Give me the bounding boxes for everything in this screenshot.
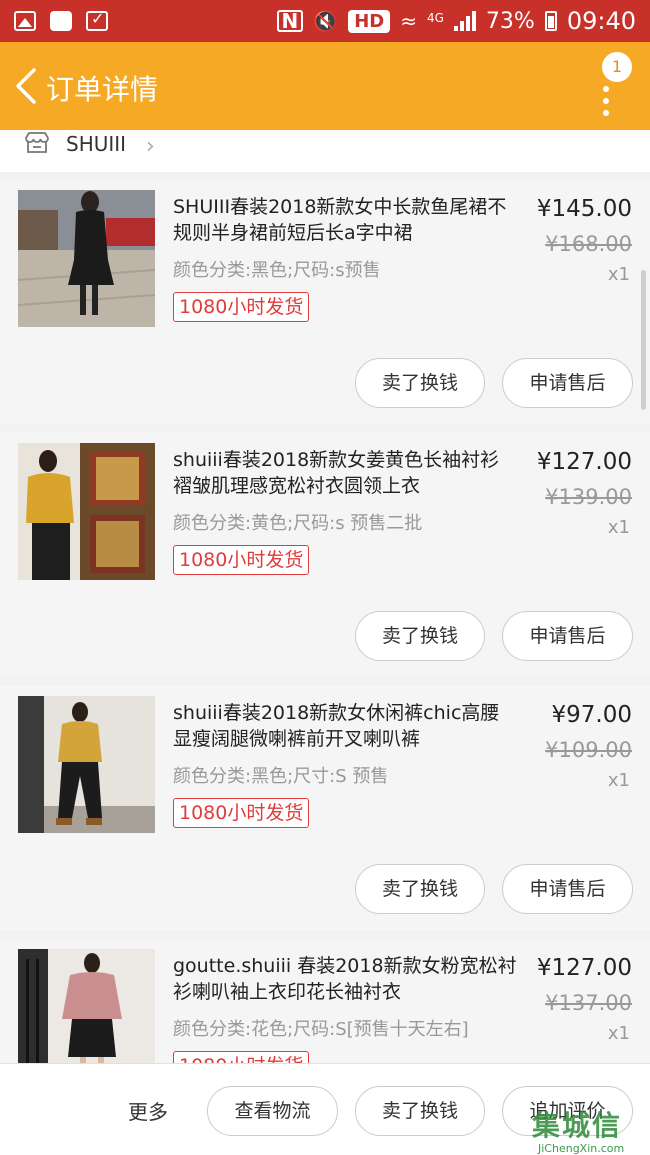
product-spec: 颜色分类:黄色;尺码:s 预售二批 [173,513,423,534]
shipping-tag: 1080小时发货 [173,292,310,322]
price: ¥127.00 [536,449,632,475]
sell-for-cash-button[interactable]: 卖了换钱 [355,864,485,914]
original-price: ¥109.00 [545,738,632,762]
quantity: x1 [607,264,630,285]
quantity: x1 [607,517,630,538]
product-spec: 颜色分类:黑色;尺寸:S 预售 [173,766,389,787]
back-arrow-icon[interactable] [14,68,38,104]
sell-for-cash-button[interactable]: 卖了换钱 [355,358,485,408]
mute-icon: 🔇 [313,9,339,33]
product-title[interactable]: shuiii春装2018新款女休闲裤chic高腰显瘦阔腿微喇裤前开叉喇叭裤 [173,700,518,752]
status-bar: N 🔇 HD ≈ 4G 73% 09:40 [0,0,650,42]
sell-for-cash-button[interactable]: 卖了换钱 [355,611,485,661]
product-spec: 颜色分类:花色;尺码:S[预售十天左右] [173,1019,469,1040]
page-title: 订单详情 [46,73,159,106]
signal-icon [453,11,476,31]
shipping-tag: 1080小时发货 [173,545,310,575]
more-menu-icon[interactable] [603,86,611,116]
gallery-icon [14,11,36,31]
original-price: ¥139.00 [545,485,632,509]
more-button[interactable]: 更多 [128,1096,168,1125]
product-title[interactable]: goutte.shuiii 春装2018新款女粉宽松衬衫喇叭袖上衣印花长袖衬衣 [173,953,518,1005]
order-item[interactable]: shuiii春装2018新款女休闲裤chic高腰显瘦阔腿微喇裤前开叉喇叭裤 颜色… [0,686,650,930]
after-sale-button[interactable]: 申请售后 [502,864,633,914]
product-image[interactable] [18,949,155,1063]
order-item[interactable]: SHUIII春装2018新款女中长款鱼尾裙不规则半身裙前短后长a字中裙 颜色分类… [0,180,650,424]
scrollbar[interactable] [641,270,646,410]
task-check-icon [86,9,108,31]
store-header[interactable]: SHUIII › [0,130,650,172]
network-type-label: 4G [426,11,444,25]
shop-icon [25,132,49,153]
product-image[interactable] [18,696,155,833]
after-sale-button[interactable]: 申请售后 [502,611,633,661]
order-item[interactable]: shuiii春装2018新款女姜黄色长袖衬衫褶皱肌理感宽松衬衣圆领上衣 颜色分类… [0,433,650,677]
quantity: x1 [607,770,630,791]
price: ¥145.00 [536,196,632,222]
hd-voice-badge: HD [348,9,391,33]
battery-icon [544,11,557,31]
clock: 09:40 [566,7,636,35]
view-logistics-button[interactable]: 查看物流 [207,1086,338,1136]
wifi-icon: ≈ [400,9,417,33]
product-title[interactable]: shuiii春装2018新款女姜黄色长袖衬衫褶皱肌理感宽松衬衣圆领上衣 [173,447,518,499]
shipping-tag: 1080小时发货 [173,1051,310,1063]
sell-for-cash-button[interactable]: 卖了换钱 [355,1086,485,1136]
watermark: 集城信 JiChengXin.com [528,1100,650,1155]
product-title[interactable]: SHUIII春装2018新款女中长款鱼尾裙不规则半身裙前短后长a字中裙 [173,194,518,246]
store-name: SHUIII [66,132,127,156]
original-price: ¥137.00 [545,991,632,1015]
battery-text: 73% [485,8,535,34]
watermark-logo: 集城信 [532,1109,623,1142]
product-image[interactable] [18,190,155,327]
nfc-icon: N [276,10,304,32]
nav-bar: 订单详情 1 [0,42,650,130]
after-sale-button[interactable]: 申请售后 [502,358,633,408]
watermark-url: JiChengXin.com [538,1142,625,1155]
price: ¥127.00 [536,955,632,981]
order-item[interactable]: goutte.shuiii 春装2018新款女粉宽松衬衫喇叭袖上衣印花长袖衬衣 … [0,939,650,1063]
original-price: ¥168.00 [545,232,632,256]
product-image[interactable] [18,443,155,580]
product-spec: 颜色分类:黑色;尺码:s预售 [173,260,381,281]
chevron-right-icon: › [146,134,155,159]
shipping-tag: 1080小时发货 [173,798,310,828]
price: ¥97.00 [551,702,632,728]
notification-badge: 1 [602,52,632,82]
message-icon [50,11,72,31]
quantity: x1 [607,1023,630,1044]
